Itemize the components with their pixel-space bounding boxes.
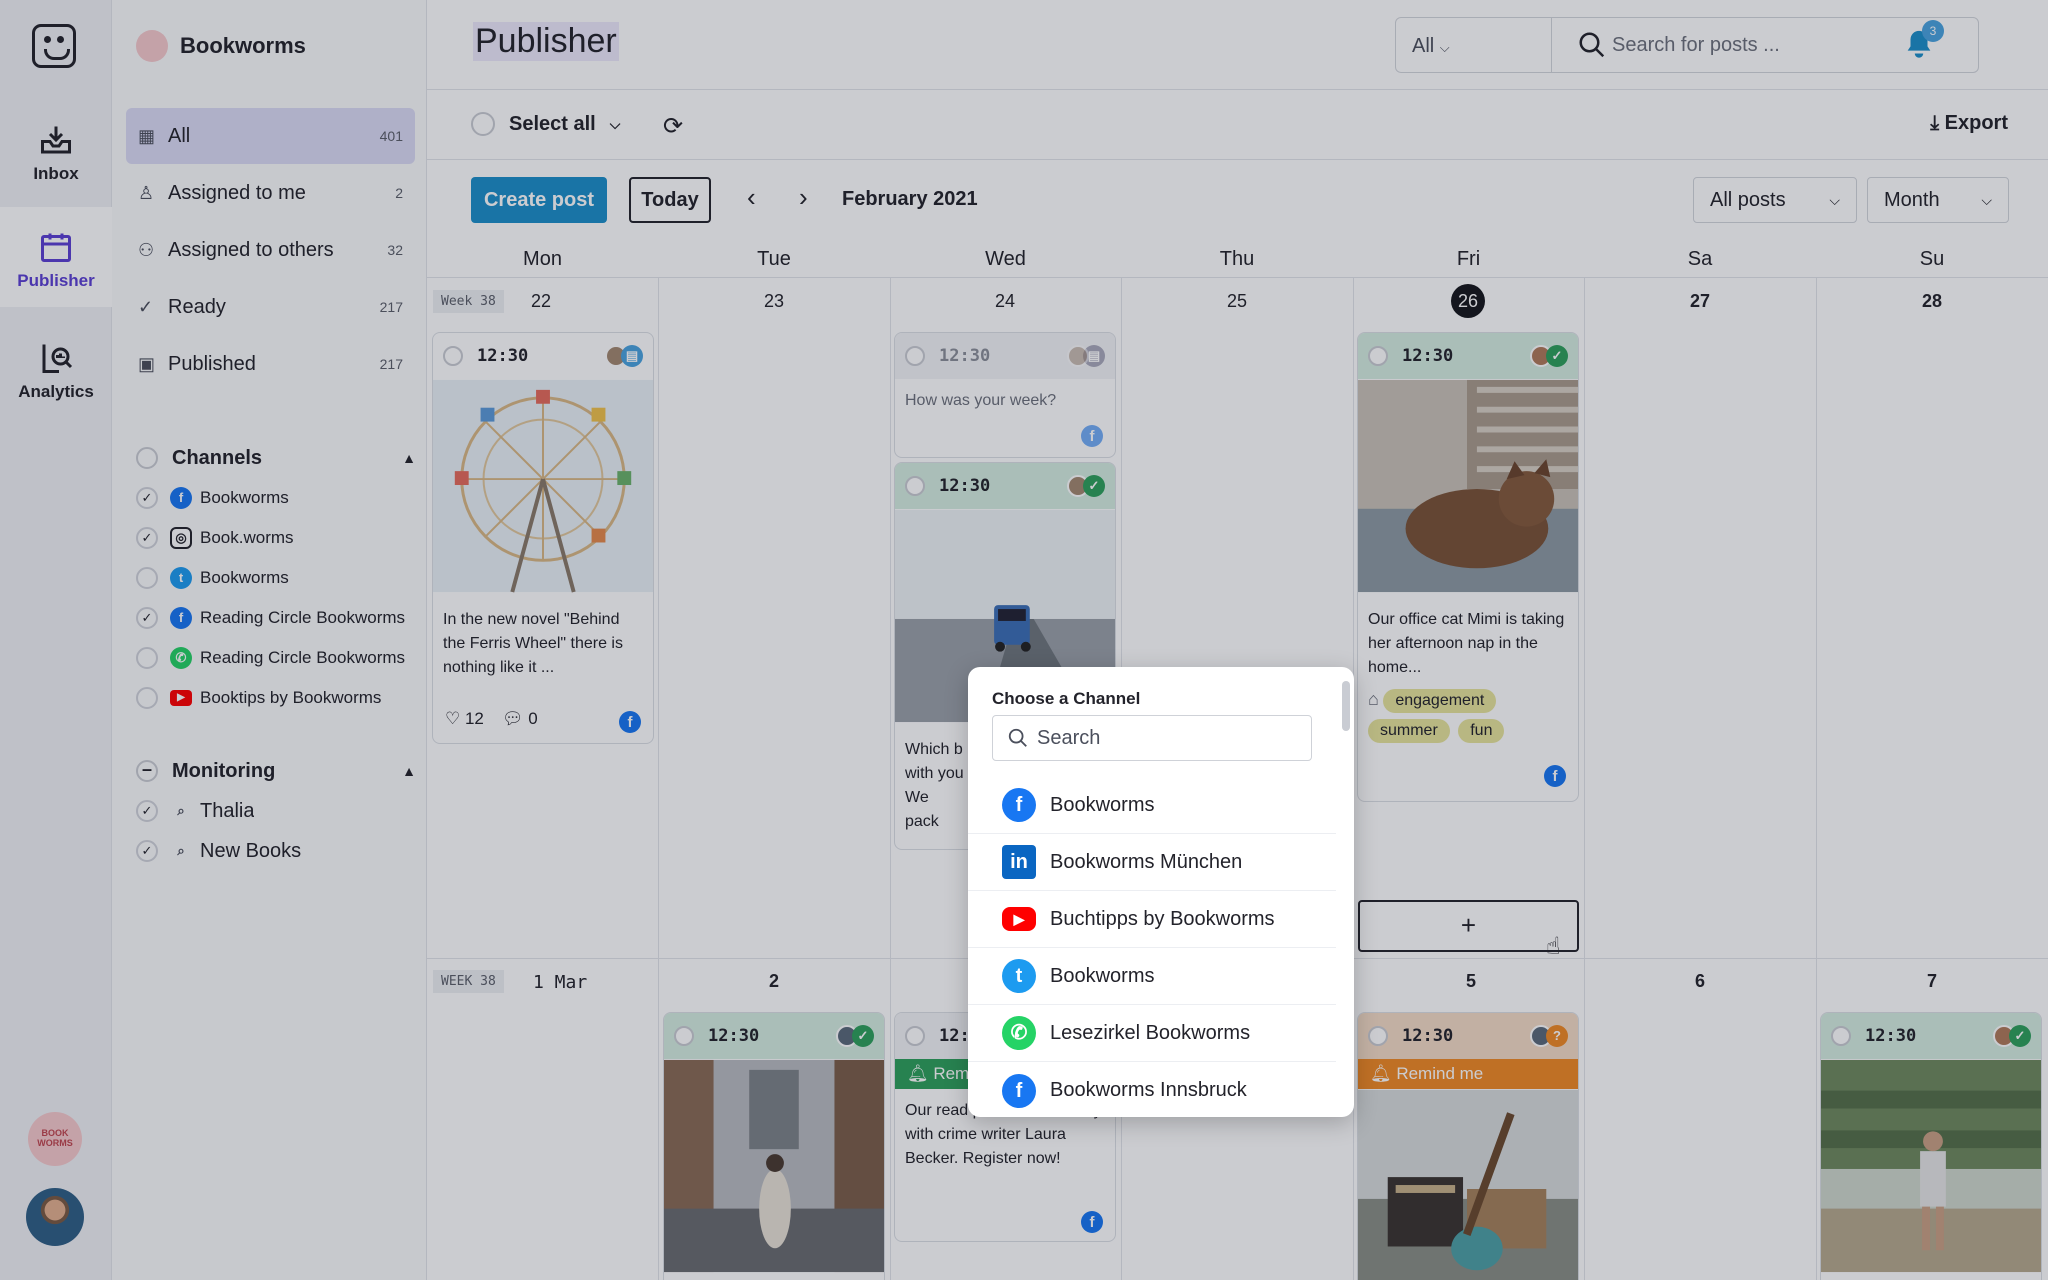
- channel-option-label: Lesezirkel Bookworms: [1050, 1021, 1251, 1044]
- choose-channel-popup: Choose a Channel Search f Bookworms in B…: [968, 667, 1354, 1117]
- channel-option-label: Bookworms: [1050, 964, 1155, 987]
- channel-option-label: Buchtipps by Bookworms: [1050, 907, 1275, 930]
- search-icon: [1008, 728, 1027, 747]
- facebook-icon: f: [1002, 788, 1036, 822]
- channel-option[interactable]: ✆ Lesezirkel Bookworms: [968, 1005, 1336, 1062]
- channel-option[interactable]: f Bookworms: [968, 777, 1336, 834]
- channel-option[interactable]: f Bookworms Innsbruck: [968, 1062, 1336, 1117]
- channel-option[interactable]: t Bookworms: [968, 948, 1336, 1005]
- channel-option-label: Bookworms: [1050, 793, 1155, 816]
- channel-search-input[interactable]: Search: [992, 715, 1312, 761]
- youtube-icon: ▶: [1002, 907, 1036, 931]
- whatsapp-icon: ✆: [1002, 1016, 1036, 1050]
- twitter-icon: t: [1002, 959, 1036, 993]
- facebook-icon: f: [1002, 1073, 1036, 1108]
- channel-option-label: Bookworms Innsbruck: [1050, 1079, 1247, 1101]
- channel-option[interactable]: ▶ Buchtipps by Bookworms: [968, 891, 1336, 948]
- popup-scrollbar[interactable]: [1342, 681, 1350, 731]
- channel-option-label: Bookworms München: [1050, 850, 1243, 873]
- linkedin-icon: in: [1002, 845, 1036, 879]
- hand-cursor-icon: ☝︎: [1546, 933, 1561, 960]
- channel-option[interactable]: in Bookworms München: [968, 834, 1336, 891]
- popup-title: Choose a Channel: [992, 689, 1141, 708]
- channel-search-placeholder: Search: [1037, 726, 1101, 749]
